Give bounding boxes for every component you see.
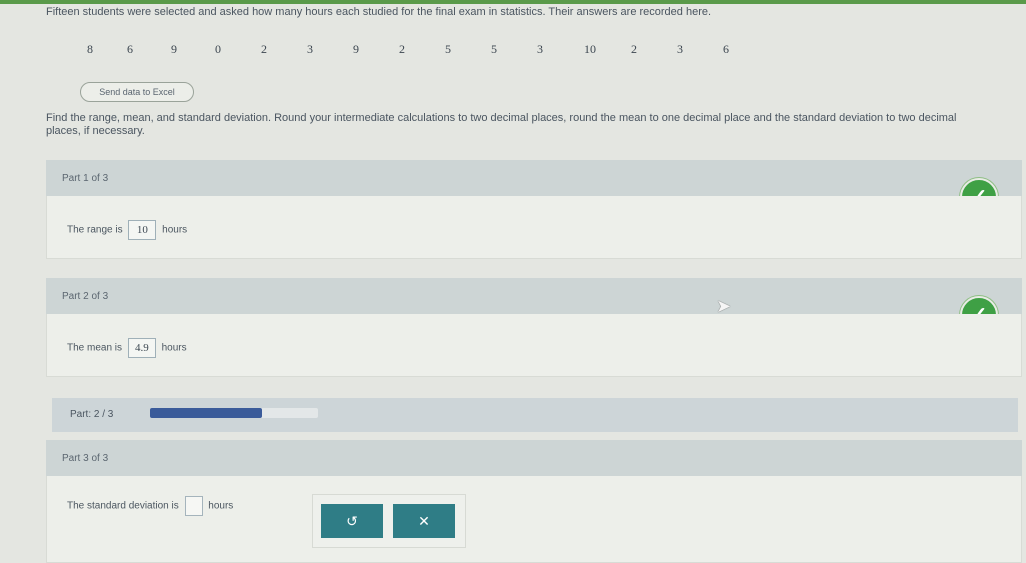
data-value: 8 <box>87 42 93 56</box>
range-label: The range is <box>67 224 123 236</box>
data-values-row: 8 6 9 0 2 3 9 2 5 5 3 10 2 3 6 <box>0 42 1026 62</box>
close-icon: ✕ <box>418 513 430 529</box>
part-1-title: Part 1 of 3 <box>62 173 109 184</box>
clear-button[interactable]: ✕ <box>393 504 455 538</box>
problem-prompt: Fifteen students were selected and asked… <box>46 6 712 18</box>
part-2-body: The mean is 4.9 hours <box>46 314 1022 377</box>
top-accent-bar <box>0 0 1026 4</box>
data-value: 3 <box>537 42 543 56</box>
part-1-body: The range is 10 hours <box>46 196 1022 259</box>
data-value: 2 <box>631 42 637 56</box>
mean-unit: hours <box>161 342 187 354</box>
stdev-label: The standard deviation is <box>67 500 179 512</box>
mean-label: The mean is <box>67 342 123 354</box>
data-value: 6 <box>127 42 133 56</box>
stdev-unit: hours <box>208 500 234 512</box>
part-3-body: The standard deviation is hours <box>46 476 1022 563</box>
progress-track <box>150 408 318 418</box>
undo-icon: ↺ <box>346 513 358 529</box>
answer-actions: ↺ ✕ <box>312 494 466 548</box>
part-3-title: Part 3 of 3 <box>62 453 109 464</box>
data-value: 5 <box>491 42 497 56</box>
range-line: The range is 10 hours <box>67 220 187 240</box>
range-unit: hours <box>162 224 188 236</box>
part-3-header: Part 3 of 3 <box>46 440 1022 476</box>
part-1-section: Part 1 of 3 ✓ The range is 10 hours <box>46 160 1022 259</box>
stdev-answer-input[interactable] <box>184 496 203 516</box>
data-value: 2 <box>261 42 267 56</box>
data-value: 3 <box>307 42 313 56</box>
data-value: 10 <box>584 42 596 56</box>
mean-line: The mean is 4.9 hours <box>67 338 187 358</box>
range-answer-box[interactable]: 10 <box>128 220 157 240</box>
part-2-section: Part 2 of 3 ✓ The mean is 4.9 hours <box>46 278 1022 377</box>
data-value: 5 <box>445 42 451 56</box>
undo-button[interactable]: ↺ <box>321 504 383 538</box>
mean-answer-box[interactable]: 4.9 <box>127 338 156 358</box>
data-value: 3 <box>677 42 683 56</box>
data-value: 2 <box>399 42 405 56</box>
part-3-section: Part 3 of 3 The standard deviation is ho… <box>46 440 1022 563</box>
data-value: 9 <box>171 42 177 56</box>
data-value: 9 <box>353 42 359 56</box>
data-value: 6 <box>723 42 729 56</box>
data-value: 0 <box>215 42 221 56</box>
progress-section: Part: 2 / 3 <box>52 398 1018 432</box>
stdev-line: The standard deviation is hours <box>67 496 233 516</box>
mouse-cursor-icon: ➤ <box>716 296 732 316</box>
part-2-title: Part 2 of 3 <box>62 291 109 302</box>
progress-fill <box>150 408 263 418</box>
progress-label: Part: 2 / 3 <box>70 409 114 420</box>
part-1-header: Part 1 of 3 ✓ <box>46 160 1022 216</box>
part-2-header: Part 2 of 3 ✓ <box>46 278 1022 334</box>
instructions-text: Find the range, mean, and standard devia… <box>46 112 957 137</box>
send-to-excel-button[interactable]: Send data to Excel <box>80 82 194 102</box>
